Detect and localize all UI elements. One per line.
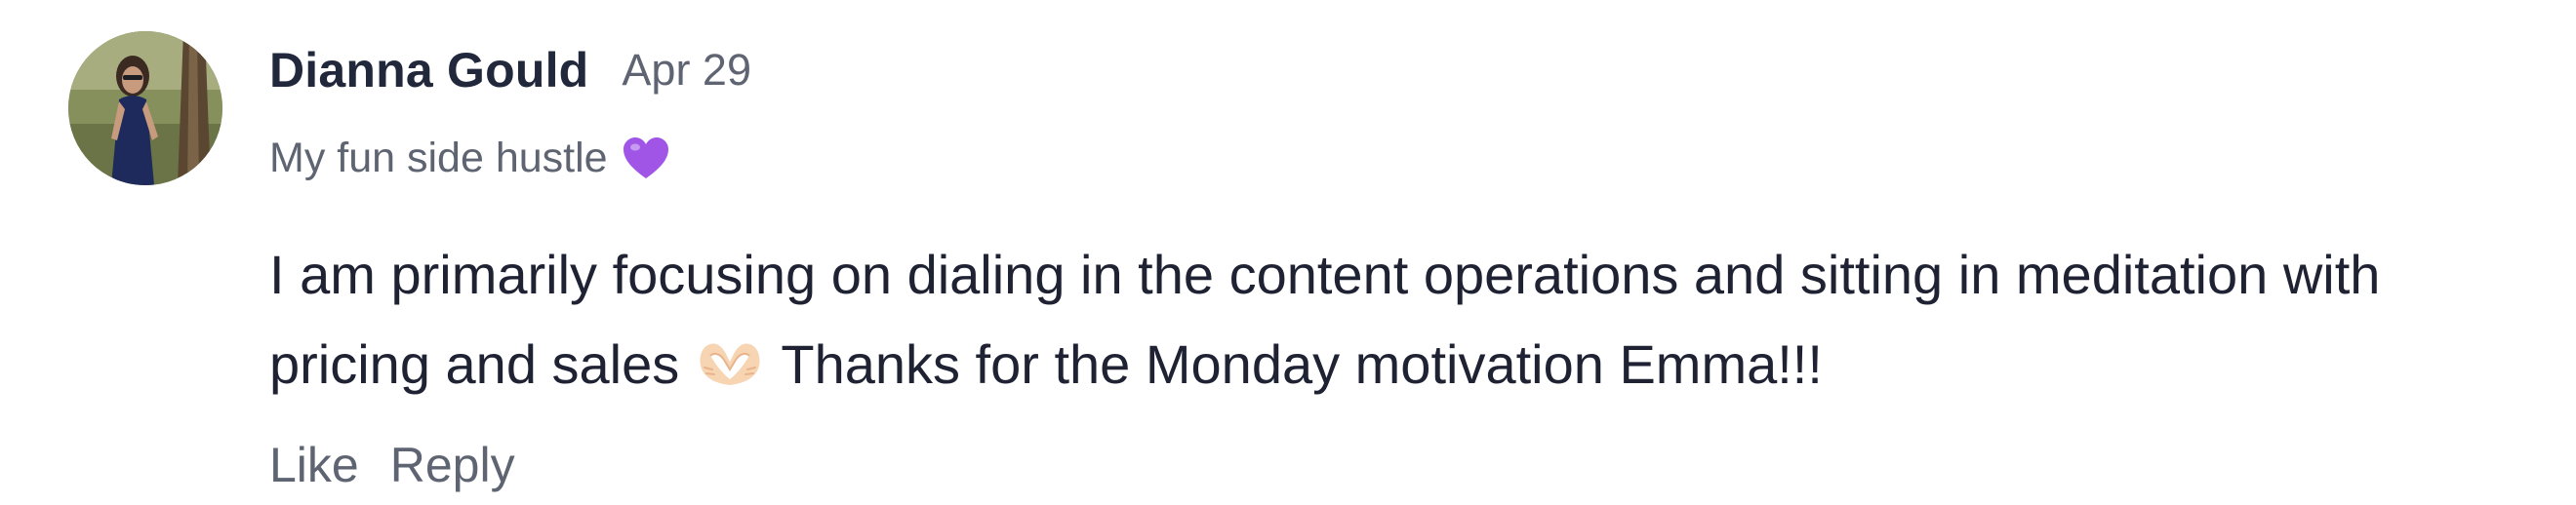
author-tagline-text: My fun side hustle bbox=[269, 134, 608, 181]
comment-actions: Like Reply bbox=[269, 435, 515, 495]
comment-body-text-2: Thanks for the Monday motivation Emma!!! bbox=[781, 333, 1823, 395]
purple-heart-icon bbox=[622, 136, 670, 180]
comment: Dianna Gould Apr 29 My fun side hustle I… bbox=[0, 0, 2576, 505]
comment-header: Dianna Gould Apr 29 bbox=[269, 39, 751, 101]
like-button[interactable]: Like bbox=[269, 437, 359, 493]
heart-hands-icon bbox=[697, 336, 763, 389]
avatar[interactable] bbox=[68, 31, 222, 185]
reply-button[interactable]: Reply bbox=[390, 437, 515, 493]
author-tagline: My fun side hustle bbox=[269, 129, 670, 187]
author-name[interactable]: Dianna Gould bbox=[269, 42, 588, 98]
comment-date[interactable]: Apr 29 bbox=[622, 45, 751, 96]
comment-body: I am primarily focusing on dialing in th… bbox=[269, 230, 2553, 409]
avatar-photo bbox=[68, 31, 222, 185]
